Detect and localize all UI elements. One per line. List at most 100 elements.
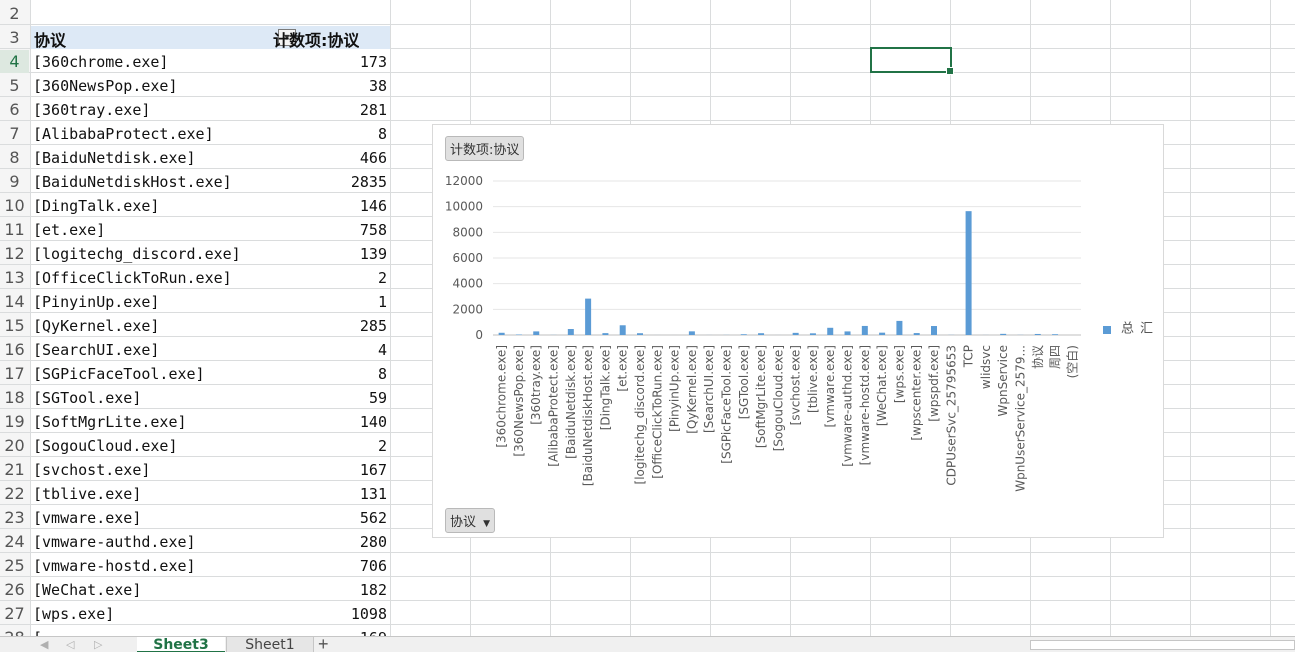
chart-x-tick-label: [vmware-authd.exe] bbox=[841, 345, 855, 467]
spreadsheet-grid[interactable]: 2 3 4 5 6 7 8 9 10 11 12 13 14 15 16 17 18 19 20 21 22 23 24 25… bbox=[0, 0, 1295, 636]
pivot-row-label[interactable]: [SoftMgrLite.exe] bbox=[33, 413, 268, 431]
row-number[interactable]: 21 bbox=[0, 458, 29, 481]
pivot-row-count[interactable]: 131 bbox=[270, 485, 387, 503]
row-number[interactable]: 15 bbox=[0, 314, 29, 337]
row-number[interactable]: 23 bbox=[0, 506, 29, 529]
pivot-row-label[interactable]: [BaiduNetdisk.exe] bbox=[33, 149, 268, 167]
row-number[interactable]: 16 bbox=[0, 338, 29, 361]
row-number[interactable]: 25 bbox=[0, 554, 29, 577]
tab-sheet3[interactable]: Sheet3 bbox=[137, 637, 225, 652]
tab-sheet1[interactable]: Sheet1 bbox=[226, 637, 314, 652]
row-number[interactable]: 12 bbox=[0, 242, 29, 265]
row-number[interactable]: 5 bbox=[0, 74, 29, 97]
pivot-row-label[interactable]: [WeChat.exe] bbox=[33, 581, 268, 599]
pivot-row-count[interactable]: 8 bbox=[270, 365, 387, 383]
row-number[interactable]: 9 bbox=[0, 170, 29, 193]
pivot-row-label[interactable]: [PinyinUp.exe] bbox=[33, 293, 268, 311]
chart-y-tick-label: 10000 bbox=[445, 200, 483, 214]
pivot-row-count[interactable]: 281 bbox=[270, 101, 387, 119]
pivot-row-count[interactable]: 146 bbox=[270, 197, 387, 215]
pivot-row-count[interactable]: 182 bbox=[270, 581, 387, 599]
pivot-row-label[interactable]: [DingTalk.exe] bbox=[33, 197, 268, 215]
row-number[interactable]: 11 bbox=[0, 218, 29, 241]
pivot-row-count[interactable]: 285 bbox=[270, 317, 387, 335]
row-gridline bbox=[0, 576, 1295, 577]
pivot-row-label[interactable]: [wps.exe] bbox=[33, 605, 268, 623]
pivot-row-label[interactable]: [tblive.exe] bbox=[33, 485, 268, 503]
pivot-row-count[interactable]: 562 bbox=[270, 509, 387, 527]
pivot-row-label[interactable]: [et.exe] bbox=[33, 221, 268, 239]
row-number[interactable]: 3 bbox=[0, 26, 29, 49]
row-number[interactable]: 27 bbox=[0, 602, 29, 625]
row-number[interactable]: 19 bbox=[0, 410, 29, 433]
pivot-row-count[interactable]: 140 bbox=[270, 413, 387, 431]
row-number[interactable]: 22 bbox=[0, 482, 29, 505]
pivot-row-label[interactable]: [SGTool.exe] bbox=[33, 389, 268, 407]
chart-x-tick-label: [360chrome.exe] bbox=[495, 345, 509, 448]
pivot-row-label[interactable]: [svchost.exe] bbox=[33, 461, 268, 479]
pivot-row-label[interactable]: [logitechg_discord.exe] bbox=[33, 245, 268, 263]
row-number[interactable]: 14 bbox=[0, 290, 29, 313]
pivot-row-label[interactable]: [vmware-authd.exe] bbox=[33, 533, 268, 551]
pivot-row-label[interactable]: [360chrome.exe] bbox=[33, 53, 268, 71]
pivot-chart[interactable]: 0 2000 4000 6000 8000 10000 12000 [360chrome.ex… bbox=[432, 124, 1164, 538]
chart-x-tick-label: WpnService bbox=[996, 345, 1010, 416]
chart-bar bbox=[896, 320, 903, 335]
pivot-row-count[interactable]: 59 bbox=[270, 389, 387, 407]
row-gridline bbox=[0, 96, 1295, 97]
pivot-row-count[interactable]: 466 bbox=[270, 149, 387, 167]
pivot-row-count[interactable]: 2 bbox=[270, 269, 387, 287]
pivot-row-label[interactable]: [360NewsPop.exe] bbox=[33, 77, 268, 95]
row-number[interactable]: 17 bbox=[0, 362, 29, 385]
pivot-row-count[interactable]: 2 bbox=[270, 437, 387, 455]
pivot-row-label[interactable]: [SogouCloud.exe] bbox=[33, 437, 268, 455]
pivot-row-label[interactable]: [OfficeClickToRun.exe] bbox=[33, 269, 268, 287]
pivot-row-label[interactable]: [SearchUI.exe] bbox=[33, 341, 268, 359]
selected-cell[interactable] bbox=[870, 47, 954, 75]
pivot-row-count[interactable]: 169 bbox=[270, 629, 387, 636]
pivot-row-count[interactable]: 1 bbox=[270, 293, 387, 311]
pivot-row-count[interactable]: 167 bbox=[270, 461, 387, 479]
first-sheet-icon[interactable]: ◀ bbox=[40, 638, 48, 651]
chart-axis-field-button[interactable]: 协议 ▼ bbox=[445, 508, 496, 533]
pivot-row-count[interactable]: 280 bbox=[270, 533, 387, 551]
row-number[interactable]: 6 bbox=[0, 98, 29, 121]
pivot-row-count[interactable]: 38 bbox=[270, 77, 387, 95]
chart-bar bbox=[861, 325, 868, 335]
pivot-row-count[interactable]: 706 bbox=[270, 557, 387, 575]
row-number[interactable]: 4 bbox=[0, 50, 29, 73]
row-number[interactable]: 28 bbox=[0, 626, 29, 636]
row-number[interactable]: 7 bbox=[0, 122, 29, 145]
horizontal-scrollbar[interactable] bbox=[1030, 640, 1295, 650]
row-number[interactable]: 24 bbox=[0, 530, 29, 553]
pivot-row-label[interactable]: [vmware-hostd.exe] bbox=[33, 557, 268, 575]
pivot-row-label[interactable]: [vmware.exe] bbox=[33, 509, 268, 527]
pivot-row-count[interactable]: 758 bbox=[270, 221, 387, 239]
pivot-row-count[interactable]: 8 bbox=[270, 125, 387, 143]
pivot-row-label[interactable]: [QyKernel.exe] bbox=[33, 317, 268, 335]
add-sheet-icon[interactable]: + bbox=[318, 637, 329, 652]
pivot-row-label[interactable]: [ bbox=[33, 629, 268, 636]
pivot-row-count[interactable]: 1098 bbox=[270, 605, 387, 623]
chart-bar bbox=[1000, 333, 1007, 335]
pivot-row-count[interactable]: 173 bbox=[270, 53, 387, 71]
chart-x-tick-label: [SogouCloud.exe] bbox=[771, 345, 785, 451]
prev-sheet-icon[interactable]: ◁ bbox=[66, 638, 74, 651]
row-number[interactable]: 18 bbox=[0, 386, 29, 409]
pivot-row-label[interactable]: [BaiduNetdiskHost.exe] bbox=[33, 173, 268, 191]
row-number[interactable]: 2 bbox=[0, 2, 29, 25]
row-number[interactable]: 8 bbox=[0, 146, 29, 169]
pivot-row-label[interactable]: [AlibabaProtect.exe] bbox=[33, 125, 268, 143]
next-sheet-icon[interactable]: ▷ bbox=[94, 638, 102, 651]
pivot-row-count[interactable]: 2835 bbox=[270, 173, 387, 191]
pivot-row-count[interactable]: 139 bbox=[270, 245, 387, 263]
row-number[interactable]: 13 bbox=[0, 266, 29, 289]
row-number[interactable]: 20 bbox=[0, 434, 29, 457]
row-gridline bbox=[0, 552, 1295, 553]
pivot-row-label[interactable]: [SGPicFaceTool.exe] bbox=[33, 365, 268, 383]
pivot-row-label[interactable]: [360tray.exe] bbox=[33, 101, 268, 119]
row-number[interactable]: 26 bbox=[0, 578, 29, 601]
chart-field-button[interactable]: 计数项:协议 bbox=[445, 136, 525, 161]
row-number[interactable]: 10 bbox=[0, 194, 29, 217]
pivot-row-count[interactable]: 4 bbox=[270, 341, 387, 359]
